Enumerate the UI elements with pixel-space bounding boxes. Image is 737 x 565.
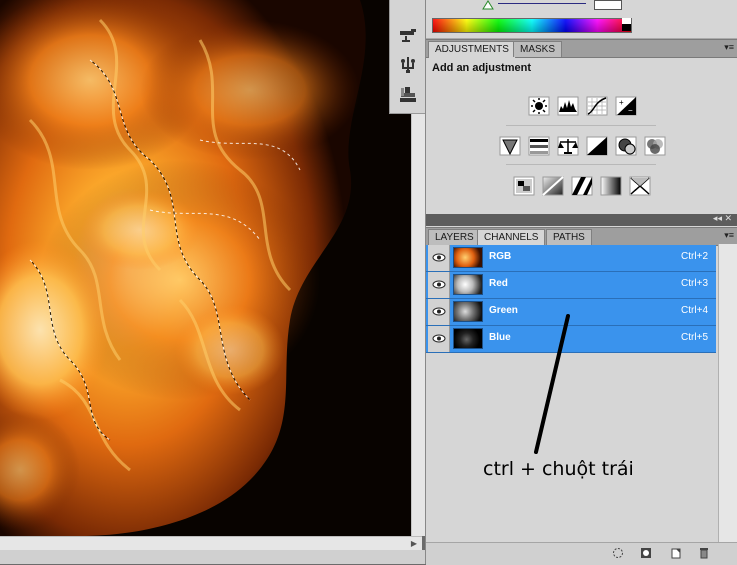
visibility-toggle[interactable] bbox=[428, 299, 450, 325]
channel-name: Green bbox=[489, 305, 518, 316]
gradient-map-icon[interactable] bbox=[600, 176, 622, 196]
channel-shortcut: Ctrl+2 bbox=[681, 251, 708, 262]
adjustment-row-2 bbox=[426, 136, 737, 156]
brush-tool-icon[interactable] bbox=[397, 25, 419, 45]
channel-thumbnail bbox=[453, 301, 483, 322]
document-canvas[interactable] bbox=[0, 0, 411, 536]
scroll-right-arrow-icon[interactable]: ▶ bbox=[408, 538, 420, 550]
collapse-arrows-icon[interactable]: ◂◂ ✕ bbox=[713, 213, 732, 224]
load-selection-icon[interactable] bbox=[612, 547, 624, 559]
color-value-field[interactable] bbox=[594, 0, 622, 10]
channel-row-rgb[interactable]: RGB Ctrl+2 bbox=[426, 245, 716, 272]
panel-dock: ADJUSTMENTS MASKS ▾≡ Add an adjustment +… bbox=[425, 0, 737, 565]
visibility-toggle[interactable] bbox=[428, 245, 450, 271]
tab-paths[interactable]: PATHS bbox=[546, 229, 592, 245]
annotation-text: ctrl + chuột trái bbox=[483, 458, 634, 480]
delete-channel-icon[interactable] bbox=[698, 547, 710, 559]
panel-menu-icon[interactable]: ▾≡ bbox=[724, 42, 734, 53]
save-selection-icon[interactable] bbox=[640, 547, 652, 559]
brightness-contrast-icon[interactable] bbox=[528, 96, 550, 116]
adjustments-tabbar: ADJUSTMENTS MASKS ▾≡ bbox=[426, 39, 737, 58]
tab-channels[interactable]: CHANNELS bbox=[477, 229, 546, 246]
hue-saturation-icon[interactable] bbox=[528, 136, 550, 156]
channel-row-red[interactable]: Red Ctrl+3 bbox=[426, 272, 716, 299]
slider-triangle-icon[interactable] bbox=[478, 0, 498, 10]
color-balance-icon[interactable] bbox=[557, 136, 579, 156]
layers-tabbar: LAYERS CHANNELS PATHS ▾≡ bbox=[426, 227, 737, 246]
selective-color-icon[interactable] bbox=[629, 176, 651, 196]
tab-layers[interactable]: LAYERS bbox=[428, 229, 481, 245]
invert-icon[interactable] bbox=[513, 176, 535, 196]
annotation-arrow bbox=[534, 314, 570, 454]
channel-name: Red bbox=[489, 278, 508, 289]
channel-mixer-icon[interactable] bbox=[644, 136, 666, 156]
svg-text:−: − bbox=[628, 106, 633, 115]
channel-thumbnail bbox=[453, 247, 483, 268]
canvas-vertical-scrollbar[interactable] bbox=[411, 112, 426, 536]
svg-text:+: + bbox=[619, 98, 624, 107]
tab-masks[interactable]: MASKS bbox=[513, 41, 563, 57]
channel-thumbnail bbox=[453, 274, 483, 295]
visibility-toggle[interactable] bbox=[428, 326, 450, 352]
channels-footer bbox=[426, 542, 737, 565]
channel-name: RGB bbox=[489, 251, 512, 262]
channel-shortcut: Ctrl+4 bbox=[681, 305, 708, 316]
eye-icon bbox=[432, 253, 446, 262]
vibrance-icon[interactable] bbox=[499, 136, 521, 156]
channel-thumbnail bbox=[453, 328, 483, 349]
threshold-icon[interactable] bbox=[571, 176, 593, 196]
channel-name: Blue bbox=[489, 332, 511, 343]
eye-icon bbox=[432, 307, 446, 316]
eye-icon bbox=[432, 334, 446, 343]
adjustments-title: Add an adjustment bbox=[432, 62, 532, 74]
photo-filter-icon[interactable] bbox=[615, 136, 637, 156]
tab-adjustments[interactable]: ADJUSTMENTS bbox=[428, 41, 516, 58]
status-bar bbox=[0, 550, 425, 564]
clone-stamp-icon[interactable] bbox=[397, 55, 419, 75]
channel-shortcut: Ctrl+3 bbox=[681, 278, 708, 289]
channel-shortcut: Ctrl+5 bbox=[681, 332, 708, 343]
stamp-tool-icon[interactable] bbox=[397, 85, 419, 105]
posterize-icon[interactable] bbox=[542, 176, 564, 196]
color-slider-track[interactable] bbox=[498, 3, 586, 4]
adjustment-row-1: + − bbox=[426, 96, 737, 116]
color-panel bbox=[426, 0, 737, 39]
channels-scrollbar[interactable] bbox=[718, 244, 737, 542]
exposure-icon[interactable]: +− bbox=[615, 96, 637, 116]
tool-strip bbox=[389, 0, 426, 114]
curves-icon[interactable] bbox=[586, 96, 608, 116]
black-white-icon[interactable] bbox=[586, 136, 608, 156]
new-channel-icon[interactable] bbox=[670, 547, 682, 559]
adjustment-row-3 bbox=[426, 176, 737, 196]
fire-image bbox=[0, 0, 411, 536]
black-white-swatch-icon[interactable] bbox=[622, 18, 631, 31]
panel-collapse-bar[interactable]: ◂◂ ✕ bbox=[426, 213, 737, 226]
visibility-toggle[interactable] bbox=[428, 272, 450, 298]
color-spectrum-bar[interactable] bbox=[432, 18, 632, 33]
eye-icon bbox=[432, 280, 446, 289]
canvas-horizontal-scrollbar[interactable]: ▶ bbox=[0, 536, 422, 551]
panel-menu-icon[interactable]: ▾≡ bbox=[724, 230, 734, 241]
levels-icon[interactable] bbox=[557, 96, 579, 116]
